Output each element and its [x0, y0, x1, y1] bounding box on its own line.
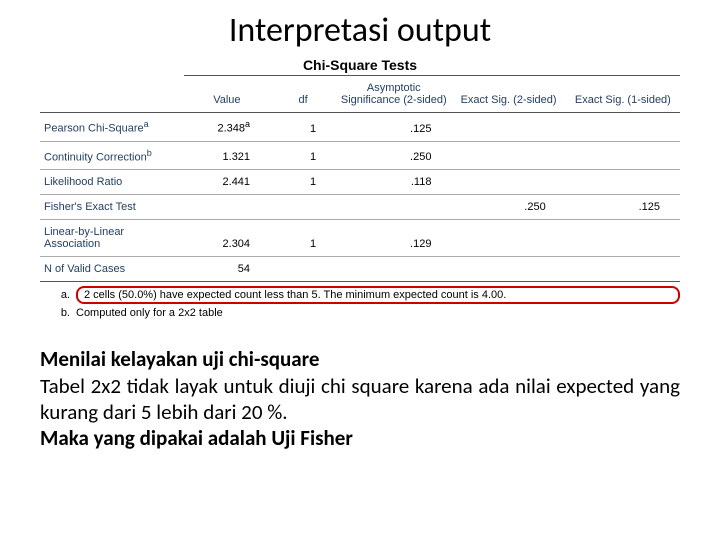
row-label: Continuity Correctionb — [40, 141, 184, 170]
col-df: df — [270, 76, 336, 113]
col-value: Value — [184, 76, 270, 113]
body-subtitle: Menilai kelayakan uji chi-square — [40, 346, 680, 372]
table-title: Chi-Square Tests — [40, 57, 680, 73]
footnotes: a. 2 cells (50.0%) have expected count l… — [40, 286, 680, 319]
row-label: Likelihood Ratio — [40, 170, 184, 195]
row-label: Pearson Chi-Squarea — [40, 113, 184, 142]
cell-value — [184, 195, 270, 220]
cell-exact2 — [451, 141, 565, 170]
cell-exact2 — [451, 220, 565, 257]
col-asymp: Asymptotic Significance (2-sided) — [336, 76, 451, 113]
row-label-sup: a — [144, 119, 149, 129]
cell-asymp — [336, 195, 451, 220]
table-header-row: Value df Asymptotic Significance (2-side… — [40, 76, 680, 113]
cell-df: 1 — [270, 141, 336, 170]
cell-exact1 — [566, 220, 680, 257]
chi-square-table: Value df Asymptotic Significance (2-side… — [40, 75, 680, 282]
cell-asymp: .125 — [336, 113, 451, 142]
cell-value: 2.348a — [184, 113, 270, 142]
cell-exact1 — [566, 257, 680, 282]
cell-exact1 — [566, 141, 680, 170]
footnote-a-text: 2 cells (50.0%) have expected count less… — [76, 286, 680, 304]
body-paragraph-1: Tabel 2x2 tidak layak untuk diuji chi sq… — [40, 373, 680, 426]
cell-exact1 — [566, 113, 680, 142]
footnote-a: a. 2 cells (50.0%) have expected count l… — [40, 286, 680, 304]
col-exact1: Exact Sig. (1-sided) — [566, 76, 680, 113]
cell-value: 2.304 — [184, 220, 270, 257]
cell-df: 1 — [270, 113, 336, 142]
row-label: Fisher's Exact Test — [40, 195, 184, 220]
cell-exact2 — [451, 257, 565, 282]
cell-df — [270, 257, 336, 282]
cell-df: 1 — [270, 170, 336, 195]
table-row: Fisher's Exact Test .250.125 — [40, 195, 680, 220]
row-label: N of Valid Cases — [40, 257, 184, 282]
cell-value: 2.441 — [184, 170, 270, 195]
cell-asymp: .118 — [336, 170, 451, 195]
table-row: Linear-by-Linear Association2.3041.129 — [40, 220, 680, 257]
table-row: Pearson Chi-Squarea2.348a1.125 — [40, 113, 680, 142]
footnote-b: b. Computed only for a 2x2 table — [40, 307, 680, 319]
body-paragraph-2: Maka yang dipakai adalah Uji Fisher — [40, 425, 680, 451]
cell-exact1 — [566, 170, 680, 195]
footnote-b-mark: b. — [40, 307, 76, 319]
cell-exact2 — [451, 113, 565, 142]
col-blank — [40, 76, 184, 113]
cell-value: 1.321 — [184, 141, 270, 170]
footnote-b-text: Computed only for a 2x2 table — [76, 307, 680, 319]
table-row: N of Valid Cases54 — [40, 257, 680, 282]
body-text: Menilai kelayakan uji chi-square Tabel 2… — [40, 346, 680, 451]
cell-value-sup: a — [245, 119, 250, 129]
col-exact2: Exact Sig. (2-sided) — [451, 76, 565, 113]
cell-df: 1 — [270, 220, 336, 257]
table-row: Likelihood Ratio2.4411.118 — [40, 170, 680, 195]
cell-value: 54 — [184, 257, 270, 282]
cell-asymp: .129 — [336, 220, 451, 257]
footnote-a-mark: a. — [40, 289, 76, 301]
cell-exact1: .125 — [566, 195, 680, 220]
row-label: Linear-by-Linear Association — [40, 220, 184, 257]
slide-title: Interpretasi output — [40, 10, 680, 51]
row-label-sup: b — [147, 148, 152, 158]
cell-exact2 — [451, 170, 565, 195]
table-row: Continuity Correctionb1.3211.250 — [40, 141, 680, 170]
cell-df — [270, 195, 336, 220]
cell-asymp: .250 — [336, 141, 451, 170]
cell-asymp — [336, 257, 451, 282]
cell-exact2: .250 — [451, 195, 565, 220]
